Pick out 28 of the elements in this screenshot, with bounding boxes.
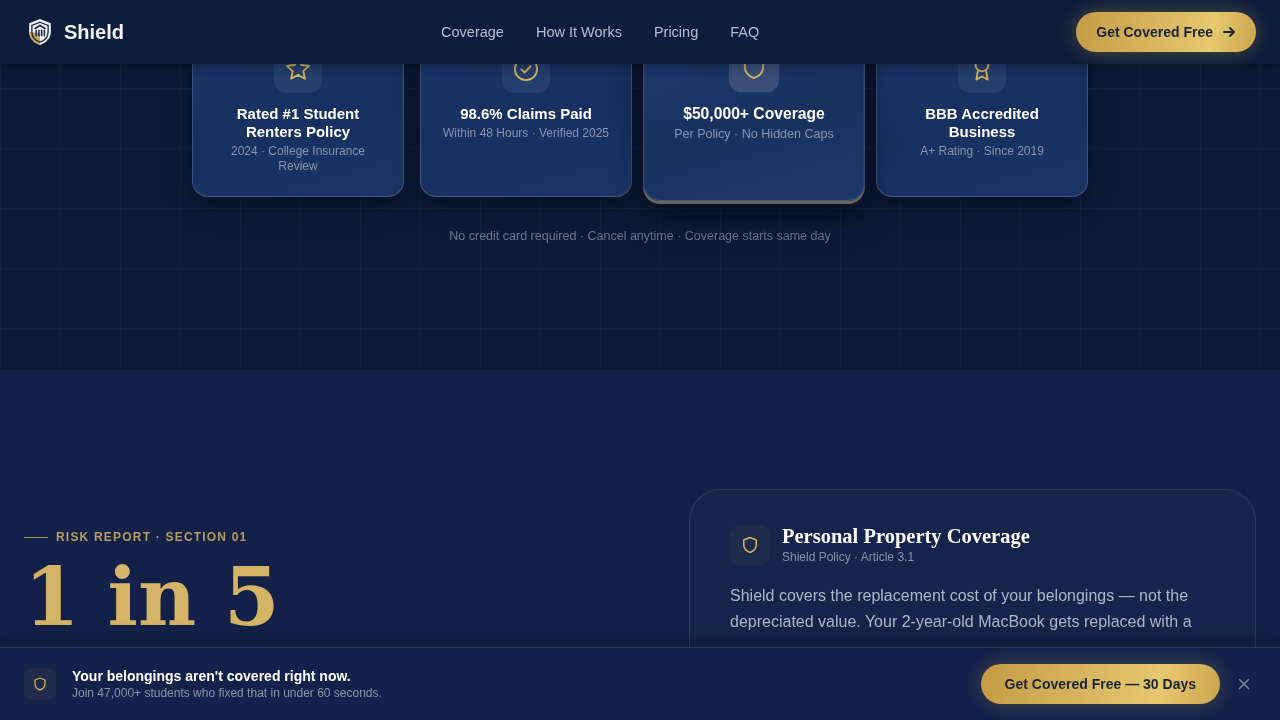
- risk-statistic: 1 in 5: [24, 557, 280, 637]
- nav-link[interactable]: Pricing: [653, 24, 699, 40]
- get-covered-button[interactable]: Get Covered Free: [1076, 12, 1256, 52]
- shield-icon: [24, 668, 56, 700]
- shield-logo-icon[interactable]: [29, 19, 51, 45]
- nav-link[interactable]: How It Works: [535, 24, 622, 40]
- badge-title: 98.6% Claims Paid: [460, 105, 592, 123]
- nav-link[interactable]: FAQ: [730, 24, 760, 40]
- badge-subtitle: Per Policy · No Hidden Caps: [674, 126, 834, 143]
- badge-title: $50,000+ Coverage: [683, 104, 825, 124]
- reassurance-note: No credit card required · Cancel anytime · Coverage starts same day: [449, 229, 831, 244]
- sticky-bar-subtitle: Join 47,000+ students who fixed that in under 60 seconds.: [72, 685, 382, 701]
- shield-icon: [730, 524, 770, 565]
- policy-description: Shield covers the replacement cost of your belongings — not the depreciated value. Your 2-year-old MacBook gets replaced with a: [730, 586, 1193, 632]
- policy-subtitle: Shield Policy · Article 3.1: [782, 550, 916, 565]
- badge-subtitle: Within 48 Hours · Verified 2025: [442, 126, 610, 141]
- nav-link[interactable]: Coverage: [441, 24, 504, 40]
- sticky-bar-title: Your belongings aren't covered right now.: [72, 667, 352, 685]
- policy-title: Personal Property Coverage: [782, 524, 1030, 548]
- section-eyebrow: RISK REPORT · SECTION 01: [56, 529, 248, 545]
- get-covered-30-days-button[interactable]: Get Covered Free — 30 Days: [980, 664, 1220, 704]
- badge-subtitle: A+ Rating · Since 2019: [920, 144, 1044, 159]
- close-icon: [1238, 678, 1250, 690]
- badge-title: BBB Accredited Business: [924, 105, 1040, 141]
- arrow-right-icon: [1223, 27, 1235, 37]
- brand-name[interactable]: Shield: [64, 20, 124, 44]
- badge-title: Rated #1 Student Renters Policy: [235, 105, 361, 141]
- badge-subtitle: 2024 · College Insurance Review: [229, 144, 367, 174]
